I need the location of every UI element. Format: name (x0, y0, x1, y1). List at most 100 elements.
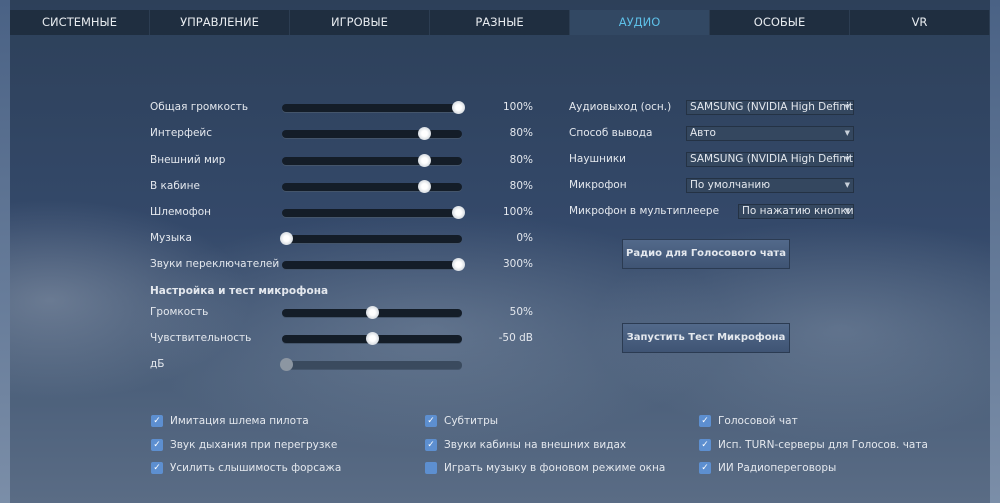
volume-slider[interactable] (282, 180, 462, 193)
select-4[interactable]: По нажатию кнопки ▼ (738, 204, 854, 219)
checkbox-5[interactable]: Играть музыку в фоновом режиме окна (425, 462, 665, 474)
volume-slider[interactable] (282, 258, 465, 271)
slider-label: Общая громкость (150, 101, 249, 113)
tab-4[interactable]: АУДИО (570, 10, 710, 35)
tab-2[interactable]: ИГРОВЫЕ (290, 10, 430, 35)
checkbox-7[interactable]: ✓ Исп. TURN-серверы для Голосов. чата (699, 439, 928, 451)
checkmark-icon[interactable]: ✓ (151, 415, 163, 427)
checkbox-3[interactable]: ✓ Субтитры (425, 415, 498, 427)
chevron-down-icon: ▼ (844, 155, 850, 163)
select-label: Аудиовыход (осн.) (569, 101, 672, 113)
slider-label: Внешний мир (150, 154, 226, 166)
volume-slider[interactable] (282, 332, 462, 345)
checkmark-icon[interactable]: ✓ (151, 462, 163, 474)
chevron-down-icon: ▼ (844, 129, 850, 137)
volume-slider[interactable] (282, 127, 462, 140)
checkmark-icon[interactable]: ✓ (699, 415, 711, 427)
checkbox-empty-icon[interactable] (425, 462, 437, 474)
settings-panel (10, 0, 990, 503)
slider-thumb[interactable] (417, 127, 431, 140)
voice-chat-radio-button[interactable]: Радио для Голосового чата (622, 239, 790, 269)
checkbox-label: Звук дыхания при перегрузке (170, 439, 338, 451)
slider-thumb[interactable] (280, 232, 293, 245)
slider-value: 80% (509, 127, 533, 139)
slider-label: Звуки переключателей (150, 258, 280, 270)
tab-6[interactable]: VR (850, 10, 990, 35)
select-value: Авто (690, 127, 716, 139)
tab-3[interactable]: РАЗНЫЕ (430, 10, 570, 35)
checkmark-icon[interactable]: ✓ (699, 462, 711, 474)
slider-thumb[interactable] (280, 358, 293, 371)
checkbox-label: Имитация шлема пилота (170, 415, 309, 427)
select-value: SAMSUNG (NVIDIA High Definition (690, 153, 854, 165)
slider-label: Шлемофон (150, 206, 212, 218)
checkbox-label: ИИ Радиопереговоры (718, 462, 837, 474)
slider-label: дБ (150, 358, 165, 370)
slider-value: 50% (509, 306, 533, 318)
volume-slider[interactable] (280, 358, 462, 371)
slider-thumb[interactable] (366, 306, 379, 319)
chevron-down-icon: ▼ (844, 207, 850, 215)
select-0[interactable]: SAMSUNG (NVIDIA High Definition ▼ (686, 100, 854, 115)
checkbox-label: Исп. TURN-серверы для Голосов. чата (718, 439, 928, 451)
slider-value: 80% (509, 154, 533, 166)
checkbox-8[interactable]: ✓ ИИ Радиопереговоры (699, 462, 836, 474)
slider-thumb[interactable] (452, 206, 465, 219)
slider-value: 80% (509, 180, 533, 192)
slider-thumb[interactable] (417, 180, 431, 193)
checkbox-label: Субтитры (444, 415, 499, 427)
background-edge-right (990, 0, 1000, 503)
slider-value: 100% (502, 101, 533, 113)
slider-thumb[interactable] (417, 154, 431, 167)
checkbox-0[interactable]: ✓ Имитация шлема пилота (151, 415, 309, 427)
select-value: SAMSUNG (NVIDIA High Definition (690, 101, 854, 113)
volume-slider[interactable] (280, 232, 462, 245)
select-label: Микрофон в мультиплеере (569, 205, 720, 217)
slider-thumb[interactable] (452, 258, 465, 271)
tab-1[interactable]: УПРАВЛЕНИЕ (150, 10, 290, 35)
checkbox-1[interactable]: ✓ Звук дыхания при перегрузке (151, 439, 337, 451)
slider-label: Интерфейс (150, 127, 212, 139)
slider-label: Чувствительность (150, 332, 252, 344)
checkmark-icon[interactable]: ✓ (699, 439, 711, 451)
checkbox-label: Усилить слышимость форсажа (170, 462, 342, 474)
checkbox-label: Голосовой чат (718, 415, 798, 427)
select-2[interactable]: SAMSUNG (NVIDIA High Definition ▼ (686, 152, 854, 167)
slider-label: Громкость (150, 306, 209, 318)
tab-5[interactable]: ОСОБЫЕ (710, 10, 850, 35)
tab-0[interactable]: СИСТЕМНЫЕ (10, 10, 150, 35)
volume-slider[interactable] (282, 154, 462, 167)
checkbox-label: Играть музыку в фоновом режиме окна (444, 462, 666, 474)
checkmark-icon[interactable]: ✓ (425, 415, 437, 427)
slider-value: 100% (502, 206, 533, 218)
background-edge-left (0, 0, 10, 503)
volume-slider[interactable] (282, 206, 465, 219)
volume-slider[interactable] (282, 306, 462, 319)
checkmark-icon[interactable]: ✓ (151, 439, 163, 451)
checkbox-6[interactable]: ✓ Голосовой чат (699, 415, 798, 427)
tab-bar: СИСТЕМНЫЕ УПРАВЛЕНИЕ ИГРОВЫЕ РАЗНЫЕ АУДИО ОСО… (10, 10, 990, 35)
select-value: По нажатию кнопки (742, 205, 854, 217)
checkbox-label: Звуки кабины на внешних видах (444, 439, 627, 451)
slider-value: 300% (502, 258, 533, 270)
select-label: Микрофон (569, 179, 627, 191)
select-1[interactable]: Авто ▼ (686, 126, 854, 141)
checkbox-2[interactable]: ✓ Усилить слышимость форсажа (151, 462, 341, 474)
select-value: По умолчанию (690, 179, 771, 191)
select-label: Наушники (569, 153, 627, 165)
select-3[interactable]: По умолчанию ▼ (686, 178, 854, 193)
mic-section-title: Настройка и тест микрофона (150, 285, 329, 297)
checkmark-icon[interactable]: ✓ (425, 439, 437, 451)
mic-test-button[interactable]: Запустить Тест Микрофона (622, 323, 790, 353)
checkbox-4[interactable]: ✓ Звуки кабины на внешних видах (425, 439, 626, 451)
slider-thumb[interactable] (366, 332, 379, 345)
slider-label: В кабине (150, 180, 200, 192)
slider-value: -50 dB (498, 332, 533, 344)
slider-value: 0% (516, 232, 533, 244)
volume-slider[interactable] (282, 101, 465, 114)
select-label: Способ вывода (569, 127, 653, 139)
slider-thumb[interactable] (452, 101, 465, 114)
chevron-down-icon: ▼ (844, 181, 850, 189)
chevron-down-icon: ▼ (844, 103, 850, 111)
slider-label: Музыка (150, 232, 192, 244)
